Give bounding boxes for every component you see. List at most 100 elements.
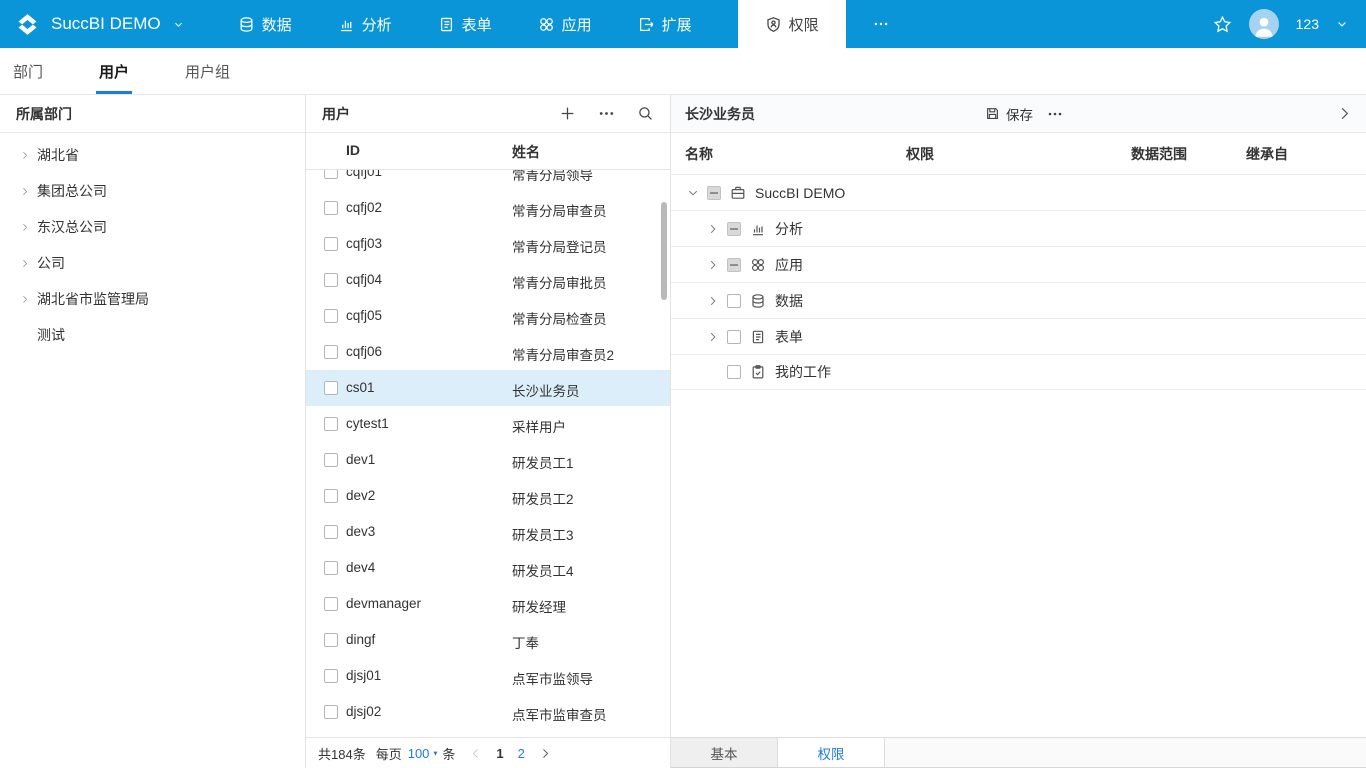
chevron-right-icon[interactable] xyxy=(20,222,30,233)
user-id-cell: cytest1 xyxy=(346,416,389,431)
tree-checkbox[interactable] xyxy=(727,365,741,379)
row-checkbox[interactable] xyxy=(324,525,338,539)
tab-用户[interactable]: 用户 xyxy=(96,48,133,94)
user-id-cell: dev2 xyxy=(346,488,376,503)
row-checkbox[interactable] xyxy=(324,381,338,395)
table-row[interactable]: dev3 研发员工3 xyxy=(306,514,670,550)
table-row[interactable]: cs01 长沙业务员 xyxy=(306,370,670,406)
row-checkbox[interactable] xyxy=(324,273,338,287)
chevron-right-icon[interactable] xyxy=(707,223,719,235)
row-checkbox[interactable] xyxy=(324,309,338,323)
scrollbar-thumb[interactable] xyxy=(661,202,667,300)
detail-tab-基本[interactable]: 基本 xyxy=(671,738,778,767)
permission-tree-row-表单[interactable]: 表单 xyxy=(671,318,1366,354)
tree-checkbox[interactable] xyxy=(707,185,721,200)
tree-checkbox[interactable] xyxy=(727,257,741,272)
navbar-item-表单[interactable]: 表单 xyxy=(438,0,492,48)
page-number-1[interactable]: 1 xyxy=(496,746,503,761)
permission-tree-row-分析[interactable]: 分析 xyxy=(671,210,1366,246)
table-row[interactable]: cytest1 采样用户 xyxy=(306,406,670,442)
table-row[interactable]: cqfj02 常青分局审查员 xyxy=(306,190,670,226)
dept-label: 集团总公司 xyxy=(37,183,107,199)
tree-checkbox[interactable] xyxy=(727,293,741,308)
table-row[interactable]: cqfj04 常青分局审批员 xyxy=(306,262,670,298)
dept-tree-item-湖北省[interactable]: 湖北省 xyxy=(0,137,305,173)
collapse-panel-icon[interactable] xyxy=(1337,106,1352,121)
row-checkbox[interactable] xyxy=(324,705,338,719)
chevron-down-icon[interactable] xyxy=(687,187,699,199)
navbar-item-分析[interactable]: 分析 xyxy=(338,0,392,48)
row-checkbox[interactable] xyxy=(324,417,338,431)
permission-tree-row-SuccBI DEMO[interactable]: SuccBI DEMO xyxy=(671,174,1366,210)
tree-checkbox[interactable] xyxy=(727,329,741,344)
row-checkbox[interactable] xyxy=(324,453,338,467)
table-row[interactable]: cqfj06 常青分局审查员2 xyxy=(306,334,670,370)
dept-tree-item-公司[interactable]: 公司 xyxy=(0,245,305,281)
user-menu-chevron-icon[interactable] xyxy=(1336,18,1348,30)
chevron-right-icon[interactable] xyxy=(707,259,719,271)
brand[interactable]: SuccBI DEMO xyxy=(0,0,184,48)
department-panel: 所属部门 湖北省 集团总公司 东汉总公司 公司 湖北省市监管理局 测试 xyxy=(0,95,305,768)
table-row[interactable]: cqfj05 常青分局检查员 xyxy=(306,298,670,334)
succbi-logo-icon xyxy=(14,11,41,38)
row-checkbox[interactable] xyxy=(324,237,338,251)
user-name-cell: 点军市监领导 xyxy=(512,672,593,687)
navbar-item-label: 表单 xyxy=(461,16,492,34)
table-row[interactable]: dingf 丁奉 xyxy=(306,622,670,658)
navbar-item-应用[interactable]: 应用 xyxy=(538,0,592,48)
chevron-right-icon[interactable] xyxy=(707,331,719,343)
permission-tree-row-数据[interactable]: 数据 xyxy=(671,282,1366,318)
dept-tree-item-测试[interactable]: 测试 xyxy=(0,317,305,353)
dept-tree-item-集团总公司[interactable]: 集团总公司 xyxy=(0,173,305,209)
permission-tree-row-应用[interactable]: 应用 xyxy=(671,246,1366,282)
page-number-2[interactable]: 2 xyxy=(518,746,525,761)
dept-tree-item-湖北省市监管理局[interactable]: 湖北省市监管理局 xyxy=(0,281,305,317)
table-row[interactable]: devmanager 研发经理 xyxy=(306,586,670,622)
save-button[interactable]: 保存 xyxy=(985,104,1033,124)
more-actions-icon[interactable] xyxy=(598,105,615,122)
per-page-caret-icon[interactable]: ▼ xyxy=(433,749,440,757)
tab-部门[interactable]: 部门 xyxy=(13,48,43,94)
detail-more-icon[interactable] xyxy=(1047,106,1063,122)
dept-tree-item-东汉总公司[interactable]: 东汉总公司 xyxy=(0,209,305,245)
row-checkbox[interactable] xyxy=(324,345,338,359)
table-row[interactable]: djsj01 点军市监领导 xyxy=(306,658,670,694)
row-checkbox[interactable] xyxy=(324,201,338,215)
navbar-item-数据[interactable]: 数据 xyxy=(238,0,292,48)
chevron-right-icon[interactable] xyxy=(20,150,30,161)
row-checkbox[interactable] xyxy=(324,633,338,647)
prev-page-icon[interactable] xyxy=(469,747,482,760)
chevron-right-icon[interactable] xyxy=(20,258,30,269)
table-row[interactable]: cqfj01 常青分局领导 xyxy=(306,170,670,190)
row-checkbox[interactable] xyxy=(324,489,338,503)
navbar-more-icon[interactable] xyxy=(872,0,890,48)
table-row[interactable]: djsj02 点军市监审查员 xyxy=(306,694,670,730)
favorite-star-icon[interactable] xyxy=(1213,15,1232,34)
navbar-item-扩展[interactable]: 扩展 xyxy=(638,0,692,48)
chevron-right-icon[interactable] xyxy=(20,186,30,197)
table-row[interactable]: dev1 研发员工1 xyxy=(306,442,670,478)
users-panel-title: 用户 xyxy=(322,105,350,122)
row-checkbox[interactable] xyxy=(324,170,338,179)
next-page-icon[interactable] xyxy=(539,747,552,760)
row-checkbox[interactable] xyxy=(324,597,338,611)
tab-用户组[interactable]: 用户组 xyxy=(185,48,230,94)
permission-table-header: 名称 权限 数据范围 继承自 xyxy=(671,133,1366,174)
row-checkbox[interactable] xyxy=(324,669,338,683)
chevron-right-icon[interactable] xyxy=(707,295,719,307)
table-row[interactable]: dev4 研发员工4 xyxy=(306,550,670,586)
search-icon[interactable] xyxy=(637,105,654,122)
table-row[interactable]: dev2 研发员工2 xyxy=(306,478,670,514)
permission-tree-row-我的工作[interactable]: 我的工作 xyxy=(671,354,1366,390)
table-row[interactable]: cqfj03 常青分局登记员 xyxy=(306,226,670,262)
add-user-icon[interactable] xyxy=(559,105,576,122)
tree-checkbox[interactable] xyxy=(727,221,741,236)
row-checkbox[interactable] xyxy=(324,561,338,575)
brand-name: SuccBI DEMO xyxy=(51,14,161,33)
chevron-right-icon[interactable] xyxy=(20,294,30,305)
user-id-cell: dev4 xyxy=(346,560,376,575)
detail-tab-权限[interactable]: 权限 xyxy=(778,738,885,767)
user-avatar[interactable] xyxy=(1248,9,1279,39)
navbar-item-权限[interactable]: 权限 xyxy=(737,0,846,48)
per-page-select[interactable]: 100 xyxy=(408,746,430,761)
